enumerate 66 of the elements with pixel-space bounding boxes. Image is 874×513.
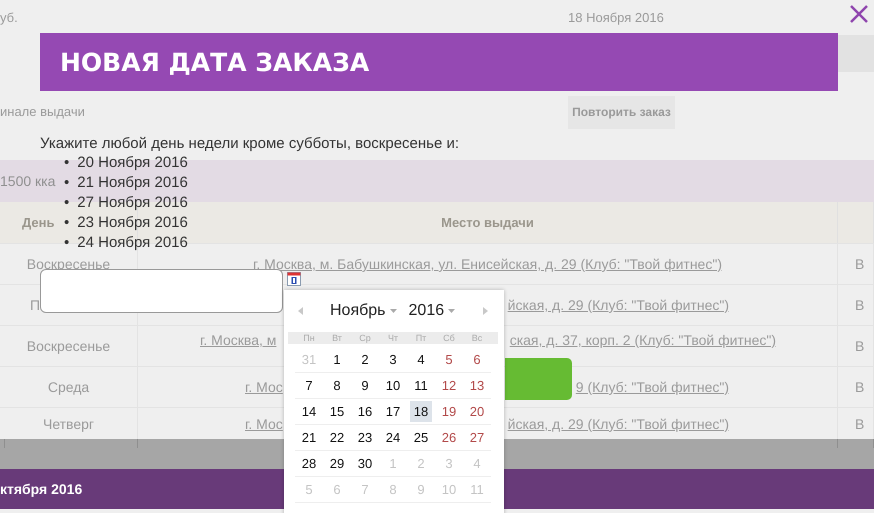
day-cell[interactable]: 10 (382, 375, 404, 396)
day-cell[interactable]: 27 (466, 427, 488, 448)
date-list-item: 20 Ноября 2016 (77, 153, 188, 173)
day-cell[interactable]: 13 (466, 375, 488, 396)
day-cell[interactable]: 5 (438, 349, 460, 370)
bullet-mark: • (64, 193, 70, 213)
calendar-icon[interactable] (287, 272, 301, 286)
year-dropdown[interactable]: 2016 (408, 302, 456, 320)
day-cell[interactable]: 3 (382, 349, 404, 370)
day-cell[interactable]: 7 (298, 375, 320, 396)
weekday-label: Сб (442, 332, 456, 344)
date-list-item: 23 Ноября 2016 (77, 213, 188, 233)
day-cell[interactable]: 28 (298, 453, 320, 474)
caret-icon (448, 309, 456, 313)
day-cell[interactable]: 30 (354, 453, 376, 474)
day-cell[interactable]: 26 (438, 427, 460, 448)
table-cell: В (838, 325, 874, 366)
table-cell: Среда (0, 366, 138, 407)
table-cell: В (838, 366, 874, 407)
background-date: 18 Ноября 2016 (568, 10, 664, 25)
weekday-label: Вт (331, 332, 343, 344)
caret-icon (390, 309, 397, 313)
close-icon[interactable] (849, 4, 869, 24)
bullet-mark: • (64, 173, 70, 193)
day-cell[interactable]: 20 (466, 401, 488, 422)
day-cell[interactable]: 12 (438, 375, 460, 396)
date-list-item: 24 Ноября 2016 (77, 233, 188, 253)
day-cell[interactable]: 16 (354, 401, 376, 422)
table-cell: В (838, 243, 874, 284)
day-cell[interactable]: 6 (466, 349, 488, 370)
bullet-mark: • (64, 233, 70, 253)
instruction-text: Укажите любой день недели кроме субботы, воскресенье и: (40, 135, 460, 153)
day-cell[interactable]: 25 (410, 427, 432, 448)
date-input[interactable] (40, 269, 283, 313)
day-cell[interactable]: 1 (326, 349, 348, 370)
weekday-label: Чт (386, 332, 400, 344)
day-cell[interactable]: 18 (410, 401, 432, 422)
date-list-item: 21 Ноября 2016 (77, 173, 188, 193)
background-panel (838, 35, 874, 72)
bullet-mark: • (64, 153, 70, 173)
weekday-label: Пт (414, 332, 428, 344)
date-list-item: 27 Ноября 2016 (77, 193, 188, 213)
background-text: инале выдачи (0, 102, 86, 118)
day-cell[interactable]: 11 (410, 375, 432, 396)
day-cell[interactable]: 2 (354, 349, 376, 370)
weekday-label: Ср (358, 332, 372, 344)
day-cell[interactable]: 19 (438, 401, 460, 422)
day-cell[interactable]: 8 (326, 375, 348, 396)
modal-title: НОВАЯ ДАТА ЗАКАЗА (40, 33, 838, 91)
bullet-mark: • (64, 213, 70, 233)
table-cell: Воскресенье (0, 325, 138, 366)
day-cell[interactable]: 9 (354, 375, 376, 396)
month-dropdown[interactable]: Ноябрь (330, 302, 397, 320)
day-cell[interactable]: 23 (354, 427, 376, 448)
day-cell[interactable]: 14 (298, 401, 320, 422)
background-text: уб. (0, 10, 19, 25)
weekday-label: Пн (302, 332, 316, 344)
day-cell[interactable]: 29 (326, 453, 348, 474)
day-cell[interactable]: 15 (326, 401, 348, 422)
day-cell[interactable]: 24 (382, 427, 404, 448)
day-cell[interactable]: 17 (382, 401, 404, 422)
day-cell[interactable]: 4 (410, 349, 432, 370)
day-cell[interactable]: 22 (326, 427, 348, 448)
day-cell[interactable]: 21 (298, 427, 320, 448)
table-cell: В (838, 284, 874, 325)
weekday-label: Вс (470, 332, 484, 344)
